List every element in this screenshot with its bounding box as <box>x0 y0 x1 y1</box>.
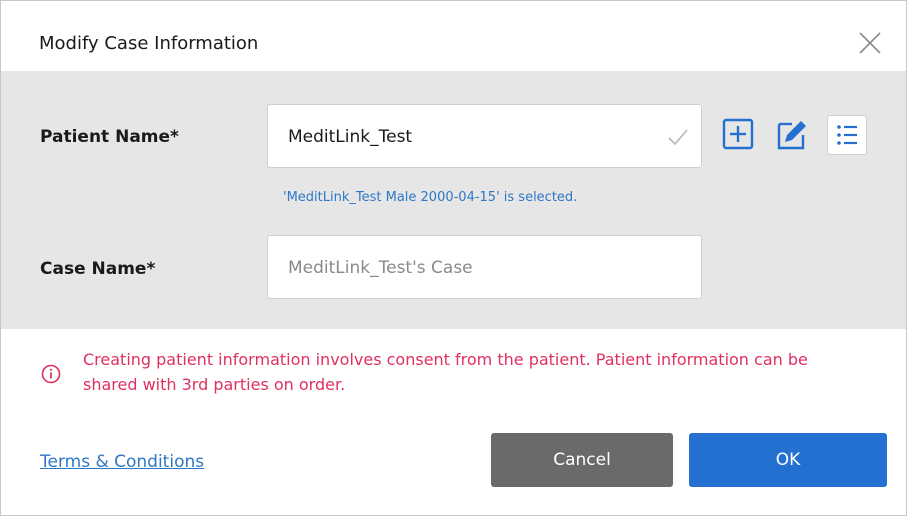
add-patient-button[interactable] <box>719 115 759 155</box>
edit-patient-icon <box>777 121 806 150</box>
cancel-button-label: Cancel <box>553 450 611 470</box>
ok-button-label: OK <box>775 450 801 470</box>
patient-list-icon <box>837 125 857 145</box>
patient-name-label: Patient Name* <box>40 127 179 147</box>
modify-case-dialog: Modify Case Information Patient Name* Me… <box>0 0 907 516</box>
dialog-title: Modify Case Information <box>39 33 259 54</box>
check-icon <box>668 129 688 146</box>
patient-name-field[interactable]: MeditLink_Test <box>267 104 702 168</box>
case-name-input[interactable]: MeditLink_Test's Case <box>267 235 702 299</box>
patient-list-button[interactable] <box>827 115 867 155</box>
cancel-button[interactable]: Cancel <box>491 433 673 487</box>
close-icon <box>859 32 881 54</box>
case-name-placeholder: MeditLink_Test's Case <box>288 258 473 278</box>
dialog-titlebar: Modify Case Information <box>1 1 906 71</box>
ok-button[interactable]: OK <box>689 433 887 487</box>
info-warning-icon <box>41 364 61 384</box>
close-button[interactable] <box>857 30 883 56</box>
add-patient-icon <box>722 118 754 150</box>
patient-name-value: MeditLink_Test <box>288 127 413 147</box>
patient-selected-message: 'MeditLink_Test Male 2000-04-15' is sele… <box>283 190 578 205</box>
edit-patient-button[interactable] <box>774 115 814 155</box>
case-name-label: Case Name* <box>40 259 156 279</box>
consent-notice: Creating patient information involves co… <box>83 350 808 394</box>
terms-conditions-link[interactable]: Terms & Conditions <box>40 451 204 473</box>
